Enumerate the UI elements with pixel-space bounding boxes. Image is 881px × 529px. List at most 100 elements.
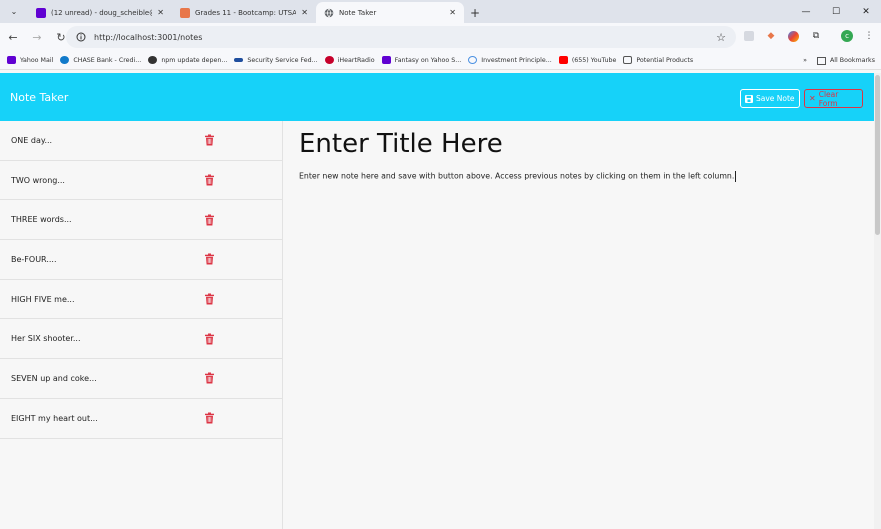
tab-search-chevron-icon[interactable]: ⌄: [0, 0, 28, 23]
url-text: http://localhost:3001/notes: [94, 32, 203, 42]
maximize-icon[interactable]: ☐: [821, 0, 851, 23]
bookmark-star-icon[interactable]: ☆: [716, 31, 726, 44]
app-navbar: Note Taker Save Note ✕ Clear Form: [0, 73, 874, 121]
folder-icon: [623, 56, 633, 64]
note-body-text: Enter new note here and save with button…: [299, 171, 735, 181]
trash-icon[interactable]: [205, 333, 214, 345]
trash-icon[interactable]: [205, 174, 214, 186]
bookmark-label: Fantasy on Yahoo S...: [394, 56, 462, 64]
note-item-title: HIGH FIVE me...: [11, 294, 75, 304]
note-list-item[interactable]: ONE day...: [0, 121, 282, 161]
folder-icon: [817, 56, 826, 65]
note-list-item[interactable]: Be-FOUR....: [0, 240, 282, 280]
tab-title: Note Taker: [339, 8, 377, 17]
new-tab-button[interactable]: +: [464, 2, 486, 23]
close-icon: ✕: [809, 94, 816, 103]
ssfcu-icon: [234, 58, 244, 62]
extension-icon[interactable]: [741, 28, 757, 44]
bookmarks-overflow-icon[interactable]: »: [803, 57, 807, 64]
heart-radio-icon: [324, 56, 334, 64]
bookmark-security-service[interactable]: Security Service Fed...: [234, 56, 318, 64]
note-list-item[interactable]: Her SIX shooter...: [0, 319, 282, 360]
window-controls: — ☐ ✕: [791, 0, 881, 23]
browser-tab-note-taker[interactable]: Note Taker ✕: [316, 2, 464, 23]
save-icon: [745, 94, 753, 103]
text-caret: [735, 171, 737, 182]
mail-favicon-icon: [36, 7, 46, 18]
bookmark-npm[interactable]: npm update depen...: [148, 56, 227, 64]
note-list-item[interactable]: THREE words...: [0, 200, 282, 241]
browser-toolbar: ← → ↻ http://localhost:3001/notes ☆ ◆ ⧉ …: [0, 23, 881, 51]
note-list-item[interactable]: SEVEN up and coke...: [0, 359, 282, 399]
back-arrow-icon[interactable]: ←: [2, 26, 24, 48]
bookmark-label: Potential Products: [636, 56, 694, 64]
globe-favicon-icon: [324, 8, 334, 17]
bookmark-yahoo-mail[interactable]: Yahoo Mail: [7, 56, 53, 64]
note-item-title: SEVEN up and coke...: [11, 373, 97, 383]
site-info-icon[interactable]: [76, 32, 86, 42]
trash-icon[interactable]: [205, 214, 214, 226]
clear-form-button[interactable]: ✕ Clear Form: [804, 89, 863, 108]
all-bookmarks-button[interactable]: All Bookmarks: [817, 56, 875, 65]
profile-avatar-icon[interactable]: c: [839, 28, 855, 44]
page-scrollbar[interactable]: [874, 73, 881, 529]
all-bookmarks-label: All Bookmarks: [830, 57, 875, 64]
note-list-item[interactable]: TWO wrong...: [0, 161, 282, 201]
bookmark-label: (655) YouTube: [571, 56, 617, 64]
loading-circle-icon: [468, 56, 478, 64]
clear-form-label: Clear Form: [818, 89, 839, 108]
bookmark-youtube[interactable]: (655) YouTube: [558, 56, 617, 64]
note-item-title: Her SIX shooter...: [11, 334, 81, 344]
bookmark-label: Security Service Fed...: [247, 56, 318, 64]
note-item-title: ONE day...: [11, 135, 53, 145]
trash-icon[interactable]: [205, 372, 214, 384]
bookmarks-bar: Yahoo Mail CHASE Bank - Credi... npm upd…: [0, 51, 881, 70]
note-title-input[interactable]: Enter Title Here: [299, 129, 503, 159]
extensions-puzzle-icon[interactable]: ⧉: [808, 28, 824, 44]
note-list-item[interactable]: EIGHT my heart out...: [0, 399, 282, 439]
close-tab-icon[interactable]: ✕: [301, 8, 308, 17]
note-item-title: TWO wrong...: [11, 175, 65, 185]
globe-icon: [148, 56, 158, 64]
minimize-icon[interactable]: —: [791, 0, 821, 23]
bookmark-fantasy-yahoo[interactable]: Fantasy on Yahoo S...: [381, 56, 462, 64]
note-item-title: Be-FOUR....: [11, 254, 57, 264]
bookmark-label: iHeartRadio: [337, 56, 375, 64]
save-note-button[interactable]: Save Note: [740, 89, 800, 108]
browser-tab-mail[interactable]: (12 unread) - doug_scheible@ ✕: [28, 2, 172, 23]
bookmark-potential-products[interactable]: Potential Products: [623, 56, 693, 64]
browser-tabstrip: ⌄ (12 unread) - doug_scheible@ ✕ Grades …: [0, 0, 881, 23]
note-editor: Enter Title Here Enter new note here and…: [283, 121, 874, 529]
notes-list: ONE day... TWO wrong... THREE words... B…: [0, 121, 283, 529]
mail-icon: [7, 56, 16, 64]
address-bar[interactable]: http://localhost:3001/notes ☆: [66, 26, 736, 48]
browser-menu-icon[interactable]: ⋮: [861, 28, 877, 44]
bookmark-chase[interactable]: CHASE Bank - Credi...: [60, 56, 141, 64]
chase-icon: [60, 56, 70, 64]
close-tab-icon[interactable]: ✕: [157, 8, 164, 17]
note-item-title: THREE words...: [11, 215, 72, 225]
scrollbar-thumb[interactable]: [875, 75, 880, 235]
close-tab-icon[interactable]: ✕: [449, 8, 456, 17]
trash-icon[interactable]: [205, 412, 214, 424]
forward-arrow-icon[interactable]: →: [26, 26, 48, 48]
note-body-textarea[interactable]: Enter new note here and save with button…: [299, 171, 737, 182]
tab-title: Grades 11 - Bootcamp: UTSA-V: [195, 8, 297, 17]
note-item-title: EIGHT my heart out...: [11, 413, 98, 423]
trash-icon[interactable]: [205, 253, 214, 265]
bookmark-iheartradio[interactable]: iHeartRadio: [324, 56, 375, 64]
tab-title: (12 unread) - doug_scheible@: [51, 8, 153, 17]
git-extension-icon[interactable]: ◆: [763, 28, 779, 44]
yahoo-icon: [381, 56, 391, 64]
save-note-label: Save Note: [756, 94, 795, 103]
trash-icon[interactable]: [205, 134, 214, 146]
bookmark-label: Yahoo Mail: [20, 56, 54, 64]
trash-icon[interactable]: [205, 293, 214, 305]
bootcamp-favicon-icon: [180, 7, 190, 18]
note-list-item[interactable]: HIGH FIVE me...: [0, 280, 282, 320]
app-title[interactable]: Note Taker: [10, 91, 68, 104]
browser-tab-grades[interactable]: Grades 11 - Bootcamp: UTSA-V ✕: [172, 2, 316, 23]
colorful-extension-icon[interactable]: [785, 28, 801, 44]
close-window-icon[interactable]: ✕: [851, 0, 881, 23]
bookmark-investment[interactable]: Investment Principle...: [468, 56, 552, 64]
